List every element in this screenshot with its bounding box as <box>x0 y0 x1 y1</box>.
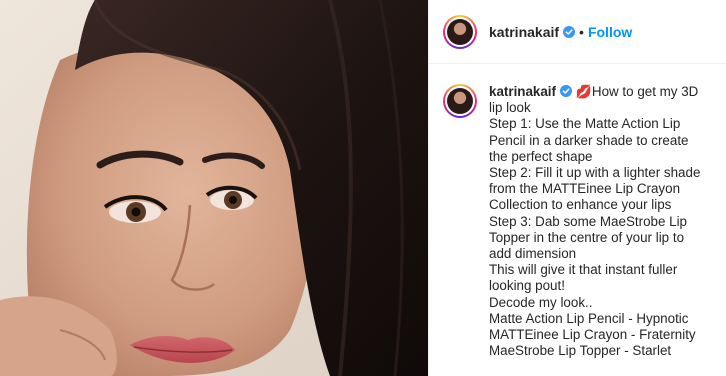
caption-text-start: How to get my 3D <box>591 84 699 99</box>
caption-line: Collection to enhance your lips <box>489 197 672 213</box>
post-side-panel: katrinakaif • Follow katrinakaif 💋How to… <box>428 0 726 376</box>
caption-line: Pencil in a darker shade to create <box>489 132 689 148</box>
post-header: katrinakaif • Follow <box>429 0 726 64</box>
caption-first-line: katrinakaif 💋How to get my 3D <box>489 84 719 100</box>
caption-avatar[interactable] <box>443 84 477 118</box>
post-photo[interactable] <box>0 0 428 376</box>
separator-dot: • <box>579 23 584 40</box>
caption-line: Matte Action Lip Pencil - Hypnotic <box>489 310 689 326</box>
caption-text: katrinakaif 💋How to get my 3D lip look S… <box>489 84 719 359</box>
caption-line: Step 2: Fill it up with a lighter shade <box>489 165 701 181</box>
caption-line: Topper in the centre of your lip to <box>489 229 685 245</box>
caption-line: add dimension <box>489 246 577 262</box>
kiss-mark-emoji: 💋 <box>575 84 592 99</box>
caption-line: MATTEinee Lip Crayon - Fraternity <box>489 327 696 343</box>
caption-line: Decode my look.. <box>489 294 593 310</box>
caption-line: Step 1: Use the Matte Action Lip <box>489 116 681 132</box>
caption-line: the perfect shape <box>489 148 593 164</box>
caption-username[interactable]: katrinakaif <box>489 84 556 99</box>
portrait-illustration <box>0 0 428 376</box>
post-caption: katrinakaif 💋How to get my 3D lip look S… <box>443 84 719 359</box>
caption-line: This will give it that instant fuller <box>489 262 678 278</box>
caption-line: Step 3: Dab some MaeStrobe Lip <box>489 213 687 229</box>
caption-line: from the MATTEinee Lip Crayon <box>489 181 681 197</box>
avatar-image <box>447 88 473 114</box>
header-username[interactable]: katrinakaif <box>489 24 559 40</box>
caption-line: MaeStrobe Lip Topper - Starlet <box>489 343 672 359</box>
follow-button[interactable]: Follow <box>588 24 632 40</box>
avatar-image <box>447 18 473 45</box>
caption-line: lip look <box>489 100 531 116</box>
caption-line: looking pout! <box>489 278 565 294</box>
verified-badge-icon <box>560 85 572 97</box>
profile-avatar[interactable] <box>443 14 477 49</box>
verified-badge-icon <box>563 25 576 38</box>
